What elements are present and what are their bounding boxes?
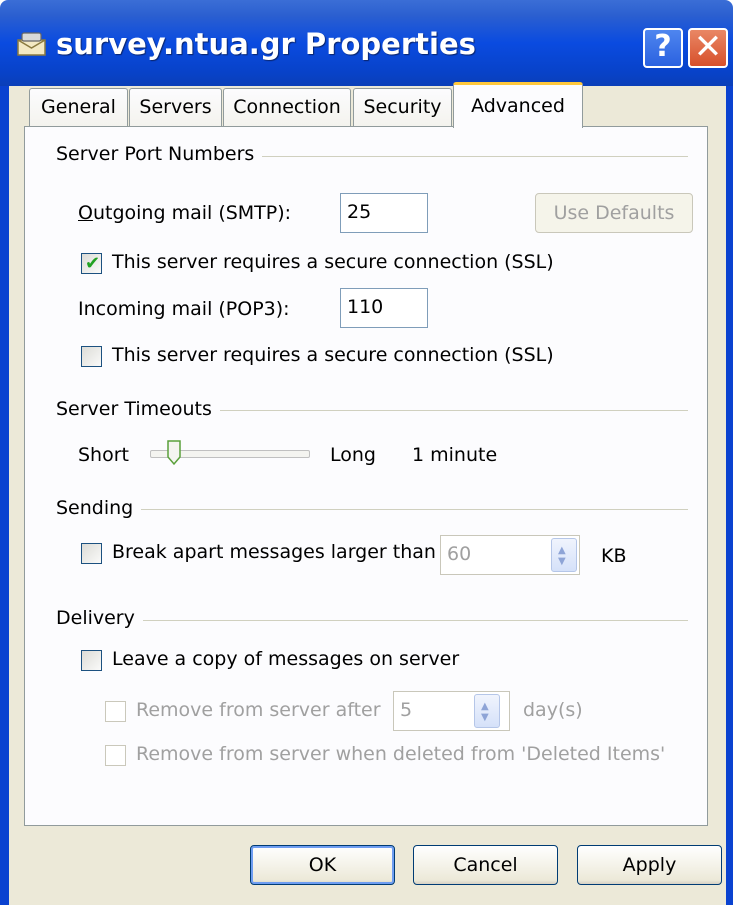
group-delivery: Delivery xyxy=(56,607,143,629)
pop3-port-input[interactable]: 110 xyxy=(340,288,428,328)
group-divider xyxy=(58,620,688,621)
incoming-pop3-label: Incoming mail (POP3): xyxy=(78,298,290,320)
leave-copy-checkbox[interactable] xyxy=(81,650,102,671)
spin-down-icon: ▼ xyxy=(481,712,489,723)
days-unit-label: day(s) xyxy=(523,699,583,721)
spin-up-icon: ▲ xyxy=(481,701,489,712)
tab-security[interactable]: Security xyxy=(353,88,452,126)
leave-copy-label: Leave a copy of messages on server xyxy=(112,648,460,670)
timeout-short-label: Short xyxy=(78,444,129,466)
tab-connection[interactable]: Connection xyxy=(223,88,351,126)
tab-label: Connection xyxy=(233,96,341,118)
outgoing-smtp-label: Outgoing mail (SMTP): xyxy=(78,202,292,224)
smtp-ssl-label: This server requires a secure connection… xyxy=(112,251,554,273)
group-server-timeouts: Server Timeouts xyxy=(56,398,220,420)
remove-after-label: Remove from server after xyxy=(136,699,381,721)
remove-deleted-label: Remove from server when deleted from 'De… xyxy=(136,743,666,765)
timeout-value-label: 1 minute xyxy=(412,444,498,466)
mail-server-icon xyxy=(17,32,46,56)
timeout-long-label: Long xyxy=(330,444,376,466)
smtp-ssl-checkbox[interactable]: ✔ xyxy=(81,253,102,274)
apply-button[interactable]: Apply xyxy=(577,845,722,885)
window-frame-left xyxy=(0,86,9,905)
title-bar[interactable]: survey.ntua.gr Properties ? ✕ xyxy=(0,0,733,86)
tab-label: General xyxy=(41,96,116,118)
tab-servers[interactable]: Servers xyxy=(129,88,222,126)
ok-button[interactable]: OK xyxy=(250,845,395,885)
break-apart-checkbox[interactable] xyxy=(81,543,102,564)
help-icon: ? xyxy=(654,29,672,64)
days-spinner[interactable]: ▲ ▼ xyxy=(474,694,500,728)
tab-advanced[interactable]: Advanced xyxy=(453,82,583,128)
window-title: survey.ntua.gr Properties xyxy=(56,27,476,61)
timeout-slider-thumb[interactable] xyxy=(166,440,182,466)
remove-deleted-checkbox[interactable] xyxy=(105,745,126,766)
remove-after-checkbox[interactable] xyxy=(105,701,126,722)
pop3-ssl-checkbox[interactable] xyxy=(81,346,102,367)
outgoing-label-text: utgoing mail (SMTP): xyxy=(92,202,292,224)
pop3-ssl-label: This server requires a secure connection… xyxy=(112,344,554,366)
tab-label: Advanced xyxy=(471,95,565,117)
tab-label: Security xyxy=(363,96,442,118)
help-button[interactable]: ? xyxy=(643,28,683,68)
cancel-button[interactable]: Cancel xyxy=(413,845,558,885)
window-frame-right xyxy=(726,86,733,905)
spin-up-icon: ▲ xyxy=(558,545,566,556)
group-server-port-numbers: Server Port Numbers xyxy=(56,143,263,165)
smtp-port-input[interactable]: 25 xyxy=(340,193,428,233)
tab-label: Servers xyxy=(139,96,212,118)
use-defaults-button[interactable]: Use Defaults xyxy=(535,193,693,233)
spin-down-icon: ▼ xyxy=(558,556,566,567)
tab-general[interactable]: General xyxy=(29,88,128,126)
close-icon: ✕ xyxy=(693,27,723,67)
properties-dialog: survey.ntua.gr Properties ? ✕ General Se… xyxy=(0,0,733,905)
group-sending: Sending xyxy=(56,497,142,519)
size-spinner[interactable]: ▲ ▼ xyxy=(551,538,577,572)
size-unit-label: KB xyxy=(601,545,627,567)
break-apart-label: Break apart messages larger than xyxy=(112,541,436,563)
close-button[interactable]: ✕ xyxy=(688,28,728,68)
checkmark-icon: ✔ xyxy=(85,253,101,274)
group-divider xyxy=(58,509,688,510)
